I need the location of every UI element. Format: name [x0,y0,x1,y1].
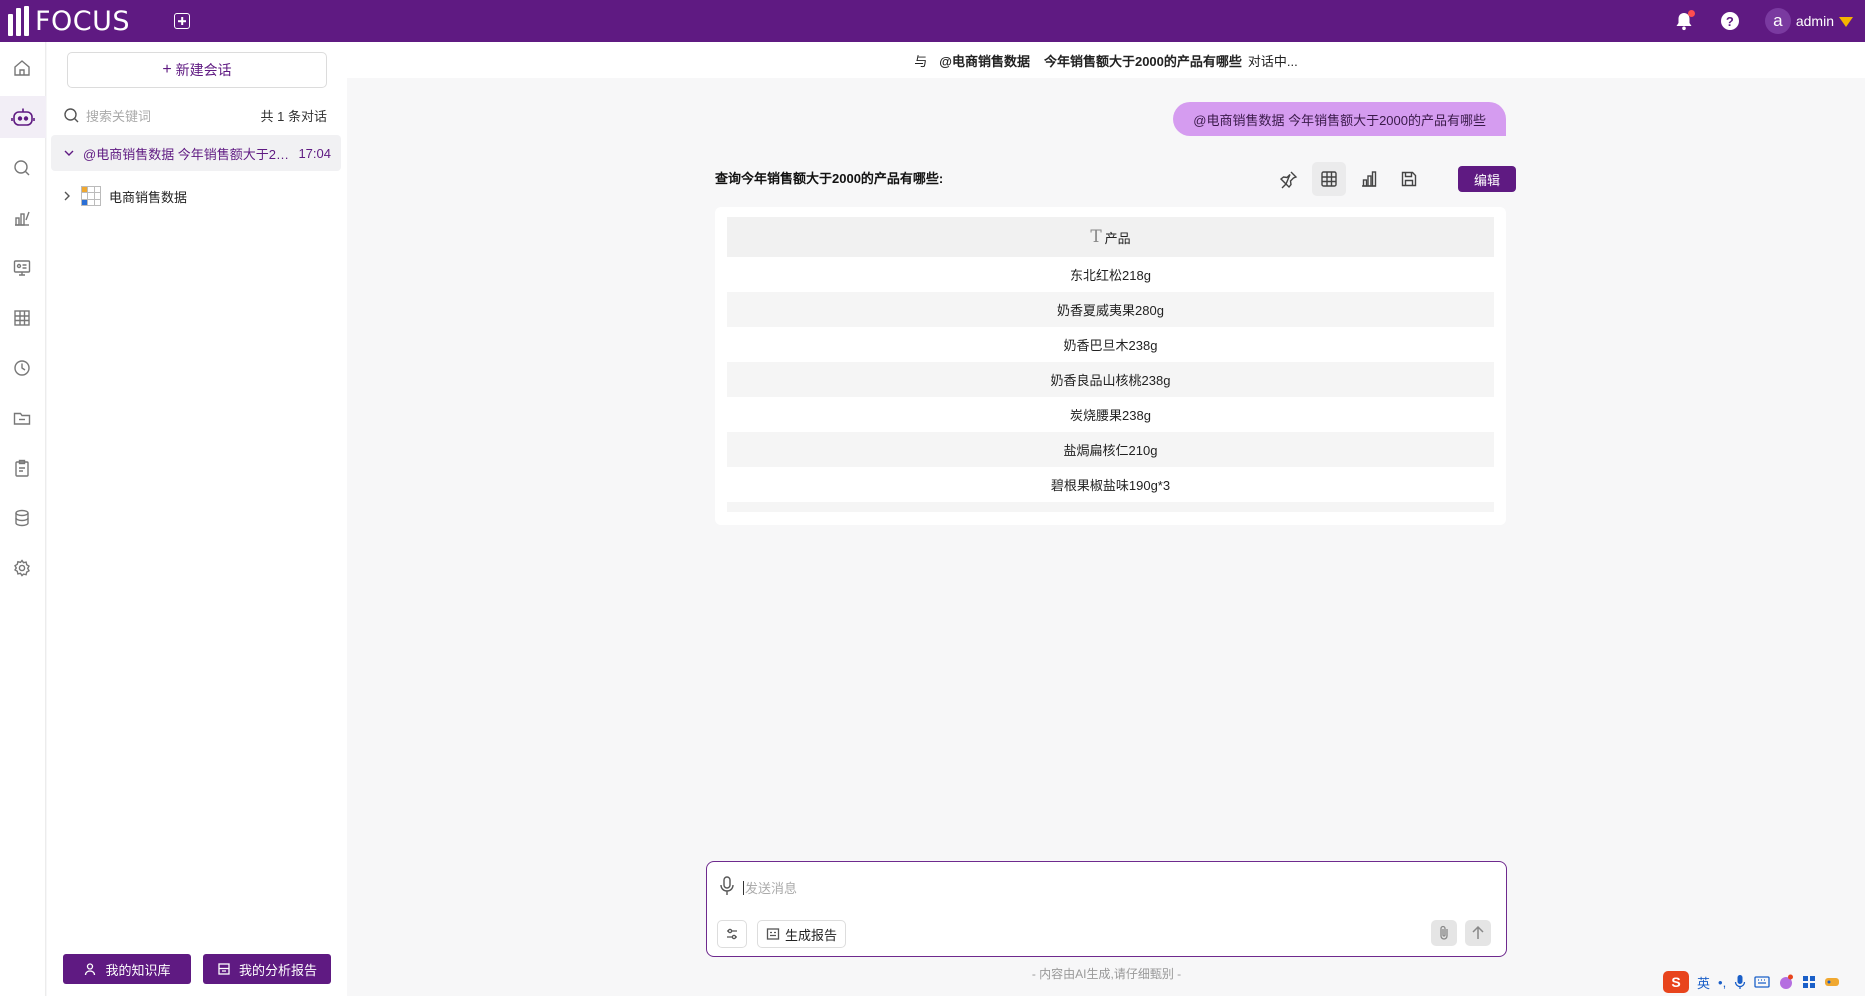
conversation-item[interactable]: @电商销售数据 今年销售额大于2000的产品有哪些 17:04 [51,135,341,171]
add-tab-icon[interactable] [174,13,191,29]
user-icon [85,963,96,976]
microphone-icon[interactable] [719,875,735,897]
ime-language[interactable]: 英 [1697,973,1710,992]
message-input[interactable]: 发送消息 [743,878,797,897]
conversation-panel: + 新建会话 搜索关键词 共 1 条对话 @电商销售数据 今年销售额大于2000… [47,42,347,996]
header-dataset: @电商销售数据 [939,53,1030,69]
notification-bell-icon[interactable] [1673,10,1695,32]
pin-icon[interactable] [1272,162,1306,196]
settings-gear-icon[interactable] [10,556,34,580]
ime-microphone-icon[interactable] [1734,974,1746,990]
home-icon[interactable] [10,56,34,80]
skin-icon[interactable] [1778,974,1794,990]
table-icon[interactable] [10,306,34,330]
logo-icon [8,6,29,36]
chevron-right-icon[interactable] [61,190,73,202]
table-header[interactable]: T 产品 [727,217,1494,257]
edit-button[interactable]: 编辑 [1458,166,1516,192]
notification-dot [1687,10,1695,17]
history-clock-icon[interactable] [10,356,34,380]
table-row: 东北红松218g [1070,268,1151,283]
chevron-down-icon[interactable] [63,147,75,159]
table-row: 炭烧腰果238g [1070,408,1151,423]
new-chat-label: 新建会话 [175,62,232,78]
message-input-box[interactable]: 发送消息 生成报告 [706,861,1507,957]
conversation-header: 与 @电商销售数据 今年销售额大于2000的产品有哪些 对话中... [347,42,1865,78]
report-icon [766,928,780,940]
answer-toolbar: 编辑 [1272,162,1516,196]
column-header: 产品 [1104,230,1131,246]
icon-sidebar [0,42,46,996]
report-icon [218,963,230,975]
chart-icon[interactable] [10,206,34,230]
table-row: 碧根果椒盐味190g*3 [1050,478,1171,493]
folder-icon[interactable] [10,406,34,430]
help-icon[interactable]: ? [1720,12,1739,30]
result-table: T 产品 东北红松218g 奶香夏威夷果280g 奶香巴旦木238g 奶香良品山… [715,207,1506,525]
ai-chat-robot-icon[interactable] [0,96,46,138]
table-row: 盐焗扁核仁210g [727,432,1494,467]
answer-title: 查询今年销售额大于2000的产品有哪些: [715,171,944,186]
table-row: 奶香巴旦木238g [1063,338,1158,353]
keyboard-icon[interactable] [1754,976,1770,988]
send-arrow-icon[interactable] [1465,920,1491,946]
presentation-icon[interactable] [10,256,34,280]
search-icon [64,107,79,122]
vip-diamond-icon [1839,17,1853,27]
focus-logo[interactable]: FOCUS [8,6,130,37]
search-placeholder: 搜索关键词 [86,108,152,124]
generate-report-button[interactable]: 生成报告 [757,920,847,948]
chart-view-icon[interactable] [1352,162,1386,196]
user-name[interactable]: admin [1796,13,1834,29]
table-row: 奶香良品山核桃238g [727,362,1494,397]
clipboard-icon[interactable] [10,456,34,480]
ime-extra-icon[interactable] [1824,975,1840,989]
conversation-time: 17:04 [298,145,331,161]
user-message-bubble: @电商销售数据 今年销售额大于2000的产品有哪些 [1173,102,1506,136]
settings-sliders-icon[interactable] [717,920,747,948]
table-view-icon[interactable] [1312,162,1346,196]
table-row: 奶香夏威夷果280g [727,292,1494,327]
ai-disclaimer: - 内容由AI生成,请仔细甄别 - [1031,967,1182,981]
knowledge-base-button[interactable]: 我的知识库 [63,954,191,984]
header-status: 对话中... [1247,53,1298,69]
ime-toolbar[interactable]: S 英 •, [1663,970,1863,994]
new-chat-button[interactable]: + 新建会话 [67,52,327,88]
table-row-partial [727,502,1494,512]
attachment-paperclip-icon[interactable] [1431,920,1457,946]
grid-menu-icon[interactable] [1802,975,1816,989]
dataset-table-icon [81,186,101,206]
avatar[interactable]: a [1764,8,1791,34]
search-icon[interactable] [10,156,34,180]
logo-text: FOCUS [35,5,131,37]
conversation-count: 共 1 条对话 [260,109,327,124]
sogou-logo-icon[interactable]: S [1663,971,1689,993]
plus-icon: + [162,61,172,78]
analysis-report-button[interactable]: 我的分析报告 [203,954,331,984]
save-icon[interactable] [1392,162,1426,196]
header-question: 今年销售额大于2000的产品有哪些 [1043,53,1242,69]
dataset-tree-item[interactable]: 电商销售数据 [61,184,187,208]
database-icon[interactable] [10,506,34,530]
text-type-icon: T [1090,227,1102,247]
punctuation-icon[interactable]: •, [1718,975,1726,990]
conversation-title: @电商销售数据 今年销售额大于2000的产品有哪些 [83,146,293,162]
top-bar: FOCUS ? a admin [0,0,1865,42]
dataset-name: 电商销售数据 [109,189,188,205]
